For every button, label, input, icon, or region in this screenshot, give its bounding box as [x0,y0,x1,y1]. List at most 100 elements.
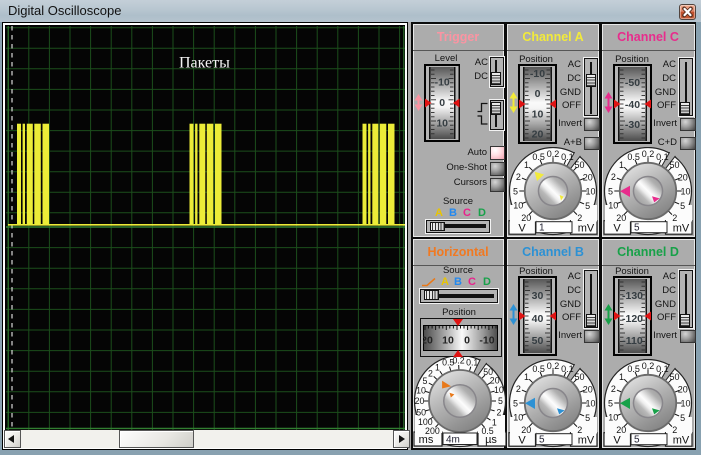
svg-text:5: 5 [680,201,685,211]
svg-text:2: 2 [516,384,521,394]
svg-text:20: 20 [423,335,433,347]
svg-text:0.1: 0.1 [656,152,669,162]
svg-text:-130: -130 [622,290,643,302]
svg-text:2: 2 [496,407,501,417]
svg-text:0.5: 0.5 [532,152,545,162]
svg-text:V: V [613,435,621,447]
svg-text:Пакеты: Пакеты [179,55,230,72]
svg-text:0.2: 0.2 [452,356,464,366]
svg-text:2: 2 [672,425,677,435]
svg-text:50: 50 [574,372,584,382]
svg-text:10: 10 [513,413,523,423]
svg-text:-10: -10 [530,68,545,80]
svg-text:20: 20 [532,129,544,141]
svg-text:5: 5 [634,435,640,446]
svg-text:5: 5 [513,187,518,197]
svg-text:2: 2 [611,384,616,394]
svg-text:-120: -120 [622,313,643,325]
svg-text:5: 5 [513,399,518,409]
svg-text:20: 20 [583,385,593,395]
svg-text:0.2: 0.2 [547,149,560,159]
svg-text:V: V [613,223,621,235]
svg-text:2: 2 [611,172,616,182]
svg-text:0.2: 0.2 [547,361,560,371]
svg-text:10: 10 [513,201,523,211]
svg-text:ms: ms [419,434,434,446]
svg-text:10: 10 [442,335,454,347]
svg-text:1: 1 [619,372,624,382]
svg-text:50: 50 [416,407,426,417]
svg-text:0: 0 [464,335,470,347]
svg-text:20: 20 [490,375,500,385]
svg-text:50: 50 [532,335,544,347]
svg-text:10: 10 [608,413,618,423]
svg-text:0.2: 0.2 [642,149,655,159]
svg-text:30: 30 [532,290,544,302]
svg-text:2: 2 [672,213,677,223]
svg-text:2: 2 [516,172,521,182]
svg-text:5: 5 [585,413,590,423]
svg-text:-30: -30 [625,119,640,131]
svg-text:40: 40 [532,313,544,325]
svg-text:0.2: 0.2 [642,361,655,371]
svg-text:5: 5 [539,435,545,446]
svg-text:10: 10 [585,399,595,409]
svg-text:10: 10 [608,201,618,211]
svg-text:10: 10 [532,108,544,120]
svg-text:0.1: 0.1 [561,364,574,374]
svg-text:0.1: 0.1 [561,152,574,162]
svg-text:20: 20 [678,385,688,395]
svg-text:µs: µs [485,434,497,446]
svg-text:1: 1 [435,363,440,373]
svg-text:10: 10 [680,187,690,197]
svg-text:50: 50 [669,372,679,382]
svg-text:5: 5 [608,399,613,409]
svg-text:mV: mV [673,435,690,447]
svg-text:2: 2 [577,425,582,435]
svg-text:0.1: 0.1 [466,358,478,368]
svg-text:20: 20 [521,425,531,435]
svg-text:10: 10 [494,385,504,395]
svg-text:-10: -10 [479,335,494,347]
svg-text:20: 20 [678,173,688,183]
svg-text:mV: mV [578,435,595,447]
svg-text:20: 20 [616,213,626,223]
svg-text:-110: -110 [622,335,643,347]
svg-text:5: 5 [634,223,640,234]
svg-text:2: 2 [577,213,582,223]
svg-text:20: 20 [583,173,593,183]
svg-text:V: V [518,223,526,235]
svg-text:1: 1 [524,160,529,170]
svg-text:4m: 4m [446,435,460,446]
svg-text:2: 2 [428,369,433,379]
svg-text:20: 20 [415,396,425,406]
svg-text:5: 5 [680,413,685,423]
svg-text:5: 5 [498,396,503,406]
svg-text:5: 5 [585,201,590,211]
svg-text:1: 1 [619,160,624,170]
svg-text:0.1: 0.1 [656,364,669,374]
svg-text:100: 100 [418,417,433,427]
svg-text:1: 1 [539,223,545,234]
svg-text:5: 5 [422,376,427,386]
svg-text:-50: -50 [625,77,640,89]
svg-text:0: 0 [535,88,541,100]
svg-text:-40: -40 [625,99,640,111]
svg-text:10: 10 [416,385,426,395]
svg-text:50: 50 [669,160,679,170]
svg-text:mV: mV [578,223,595,235]
svg-text:5: 5 [608,187,613,197]
svg-text:10: 10 [680,399,690,409]
svg-text:20: 20 [521,213,531,223]
svg-text:mV: mV [673,223,690,235]
svg-text:0: 0 [439,97,445,109]
svg-text:V: V [518,435,526,447]
svg-text:20: 20 [616,425,626,435]
svg-text:10: 10 [585,187,595,197]
svg-text:0.5: 0.5 [532,364,545,374]
svg-text:50: 50 [574,160,584,170]
svg-text:1: 1 [524,372,529,382]
svg-text:0.5: 0.5 [627,152,640,162]
svg-text:0.5: 0.5 [627,364,640,374]
svg-text:10: 10 [436,117,448,129]
